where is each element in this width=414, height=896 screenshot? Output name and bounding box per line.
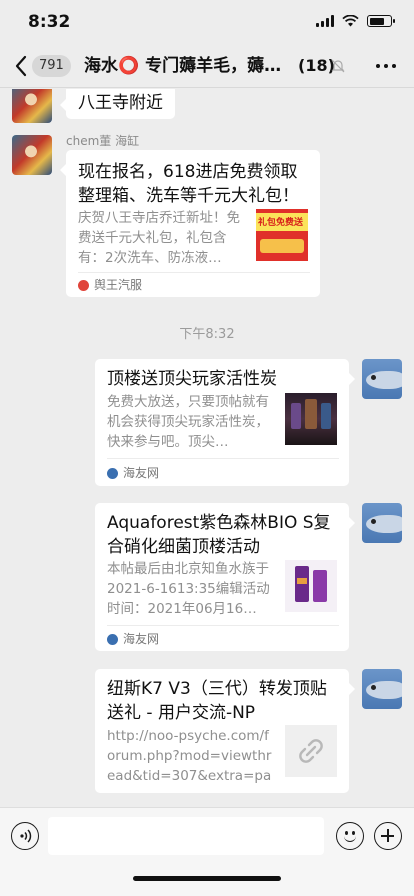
timestamp: 下午8:32 [179,327,235,342]
card-source: 海友网 [107,465,159,481]
avatar[interactable] [362,503,402,543]
divider [78,272,310,273]
divider [107,625,339,626]
text-message[interactable]: 八王寺附近 [60,89,175,119]
source-name: 舆王汽服 [94,278,143,292]
card-description: 庆贺八王寺店乔迁新址！免费送千元大礼包，礼包含有：2次洗车、防冻液… [78,210,240,266]
source-logo-icon [107,467,118,479]
card-description: 免费大放送，只要顶帖就有机会获得顶尖玩家活性炭，快来参与吧。顶尖… [107,394,269,450]
card-title: 顶楼送顶尖玩家活性炭 [107,369,277,389]
avatar[interactable] [12,135,52,175]
battery-icon [367,15,395,27]
status-icons [316,15,395,27]
plus-icon[interactable] [374,822,402,850]
wifi-icon [342,15,359,27]
signal-icon [316,15,334,27]
voice-icon[interactable] [11,822,39,850]
share-card[interactable]: 顶楼送顶尖玩家活性炭 免费大放送，只要顶帖就有机会获得顶尖玩家活性炭，快来参与吧… [95,359,355,486]
avatar[interactable] [362,359,402,399]
source-logo-icon [78,279,89,291]
status-bar: 8:32 [0,0,414,44]
emoji-icon[interactable] [336,822,364,850]
card-title: Aquaforest紫色森林BIO S复合硝化细菌顶楼活动 [107,513,331,557]
message-text: 八王寺附近 [78,93,163,113]
card-thumbnail [285,560,337,612]
sender-name: chem董 海缸 [66,134,140,148]
card-title: 纽斯K7 V3（三代）转发顶贴送礼 - 用户交流-NP [107,679,327,723]
link-icon [299,739,323,763]
card-thumbnail [285,725,337,777]
chat-header: 791 海水⭕ 专门薅羊毛，薅… (18) [0,44,414,88]
card-source: 舆王汽服 [78,277,142,293]
share-card[interactable]: 现在报名，618进店免费领取整理箱、洗车等千元大礼包！ 庆贺八王寺店乔迁新址！免… [60,150,320,297]
card-description: 本帖最后由北京知鱼水族于2021-6-1613:35编辑活动时间：2021年06… [107,561,270,617]
chevron-left-icon[interactable] [12,54,32,78]
avatar[interactable] [12,89,52,123]
share-card[interactable]: Aquaforest紫色森林BIO S复合硝化细菌顶楼活动 本帖最后由北京知鱼水… [95,503,355,651]
unread-badge[interactable]: 791 [32,55,71,77]
bell-off-icon [331,59,345,73]
source-name: 海友网 [123,466,160,480]
chat-title: 海水⭕ 专门薅羊毛，薅… [84,56,282,76]
card-thumbnail [285,393,337,445]
avatar[interactable] [362,669,402,709]
home-indicator[interactable] [133,876,281,881]
source-logo-icon [107,633,118,645]
card-source: 海友网 [107,631,159,647]
card-title: 现在报名，618进店免费领取整理箱、洗车等千元大礼包！ [78,162,299,206]
card-thumbnail: 礼包免费送 [256,209,308,261]
card-description: http://noo-psyche.com/forum.php?mod=view… [107,728,272,784]
share-card[interactable]: 纽斯K7 V3（三代）转发顶贴送礼 - 用户交流-NP http://noo-p… [95,669,355,793]
divider [107,458,339,459]
thumbnail-text: 礼包免费送 [258,218,304,228]
status-time: 8:32 [28,12,71,32]
more-dots-icon[interactable] [376,64,396,68]
input-bar [0,807,414,896]
message-input[interactable] [48,817,324,855]
chat-message-list[interactable]: 八王寺附近 chem董 海缸 现在报名，618进店免费领取整理箱、洗车等千元大礼… [0,89,414,807]
source-name: 海友网 [123,632,160,646]
